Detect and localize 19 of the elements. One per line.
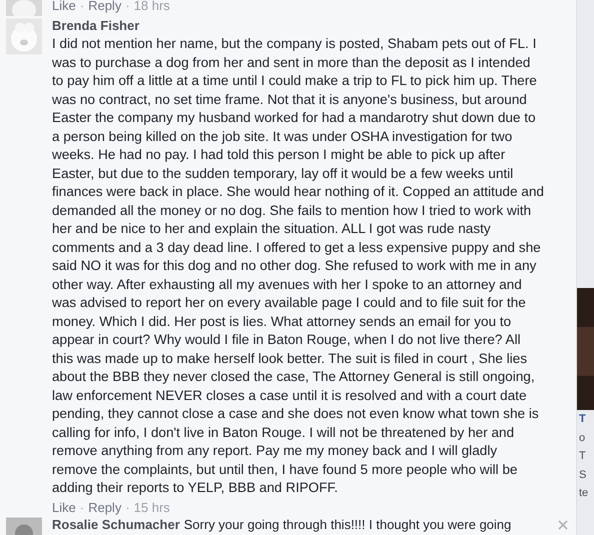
reply-text: Sorry your going through this!!!! I thought you were going bbox=[184, 516, 512, 532]
separator-dot: · bbox=[80, 500, 84, 516]
action-link[interactable]: Reply bbox=[88, 0, 122, 14]
separator-dot: · bbox=[125, 0, 130, 14]
comment-time: 15 hrs bbox=[134, 500, 170, 516]
sidebar-text: T bbox=[579, 412, 587, 427]
action-link[interactable]: Like bbox=[52, 500, 76, 516]
comment-text: I did not mention her name, but the company is posted, Shabam pets out of FL. I was to purchase a dog from her and sent in more than the deposit as I intended to pay him off a little at a time until I could make a trip to FL to pick him up. There was no contract, no set time frame. Not that it is anyone's business, but around Easter the company my husband worked for had a mandarotry shut down due to a person being killed on the job site. It was under OSHA investigation for two weeks. He had no pay. I had told this person I might be able to pick up after Easter, but due to the sudden temporary, lay off it would be a few weeks until finances were back in place. She would hear nothing of it. Copped an attitude and demanded all the money or no dog. She fails to mention how I tried to work with her and be nice to her and explain the situation. ALL I got was rude nasty comments and a 3 day dead line. I offered to get a less expensive puppy and she said NO it was for this dog and no other dog. She refused to work with me in any other way. After exhausting all my avenues with her I spoke to an attorney and was advised to report her on every available page I could and to file suit for the money. Which I did. Her post is lies. What attorney sends an email for you to appear in court? Why would I file in Baton Rouge, when I do not live there? All this was made up to make herself look better. The suit is filed in court , She lies about the BBB they never closed the case, The Attorney General is still ongoing, law enforcement NEVER closes a case until it is resolved and with a court date pending, they cannot close a case and she does not even know what town she is calling for info, I don't live in Baton Rouge. I will not be threatened by her and remove anything from any report. Pay me my money back and I will gladly remove the complaints, but until then, I have found 5 more people who will be adding their reports to YELP, BBB and RIPOFF. bbox=[52, 35, 545, 497]
author-name[interactable]: Brenda Fisher bbox=[52, 18, 552, 34]
separator-dot: · bbox=[80, 0, 84, 14]
author-name[interactable]: Rosalie Schumacher bbox=[52, 516, 180, 532]
comment-time: 18 hrs bbox=[134, 0, 170, 14]
sidebar-text: o bbox=[579, 430, 586, 446]
separator-dot: · bbox=[125, 500, 130, 516]
sidebar-text: S bbox=[579, 468, 588, 482]
sidebar-text: T bbox=[579, 449, 587, 464]
action-link[interactable]: Like bbox=[52, 0, 76, 14]
action-link[interactable]: Reply bbox=[88, 500, 122, 516]
sidebar-text: te bbox=[579, 486, 590, 501]
